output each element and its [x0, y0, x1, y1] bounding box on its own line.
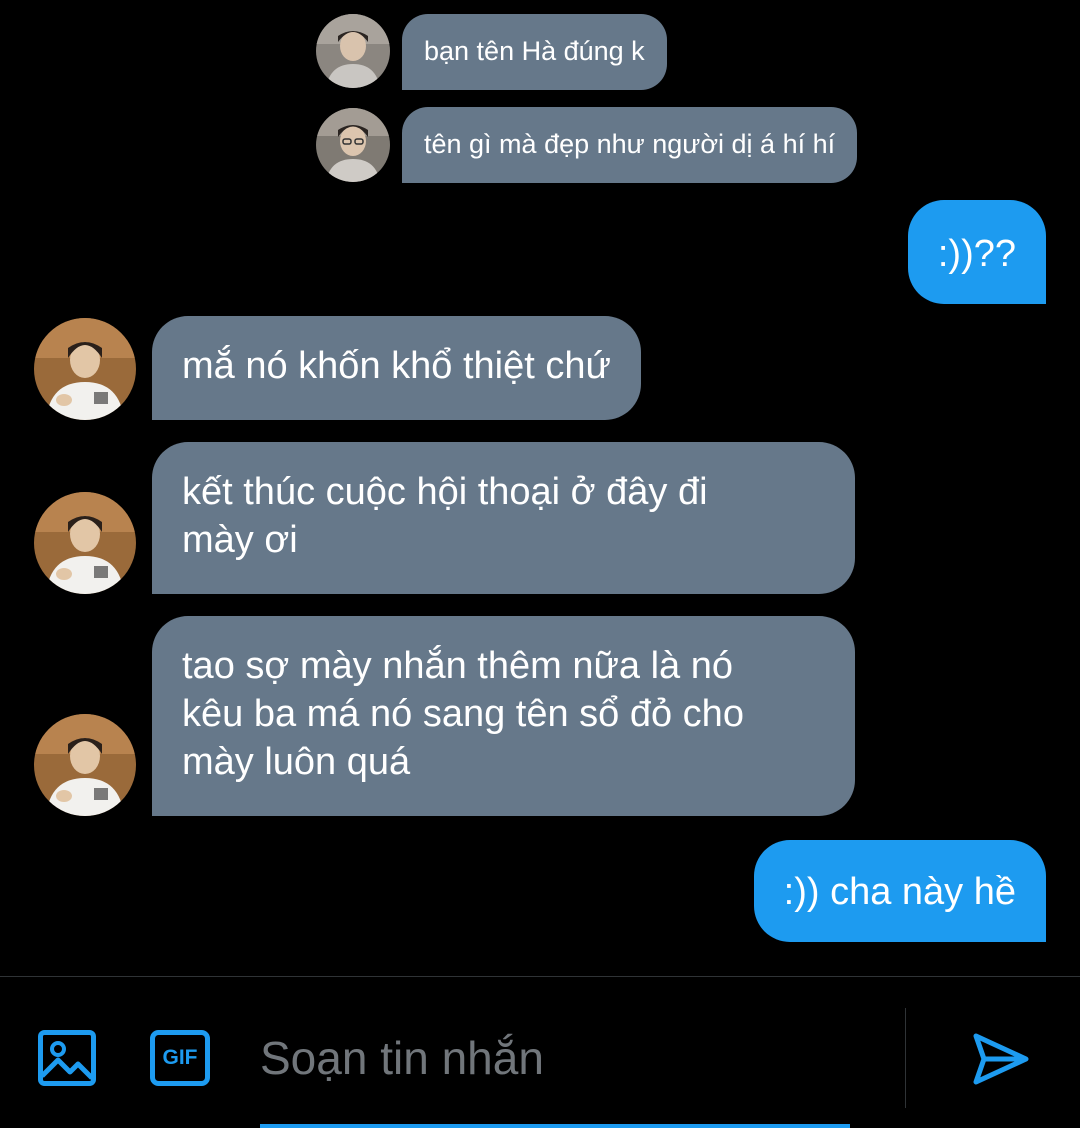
message-bubble-incoming[interactable]: mắ nó khốn khổ thiệt chứ	[152, 316, 641, 420]
gif-icon[interactable]: GIF	[150, 1030, 210, 1086]
gif-label: GIF	[162, 1046, 198, 1069]
avatar[interactable]	[316, 108, 390, 182]
message-text: mắ nó khốn khổ thiệt chứ	[182, 345, 611, 387]
message-input-placeholder: Soạn tin nhắn	[260, 1032, 544, 1084]
message-line: tao sợ mày nhắn thêm nữa là nó	[182, 645, 733, 687]
message-line: kêu ba má nó sang tên sổ đỏ cho	[182, 693, 744, 735]
composer-separator	[905, 1008, 906, 1108]
message-bubble-incoming[interactable]: tao sợ mày nhắn thêm nữa là nó kêu ba má…	[152, 616, 855, 816]
message-bubble-outgoing[interactable]: :)) cha này hề	[753, 840, 1046, 942]
composer-divider	[0, 976, 1080, 977]
message-text: :)) cha này hề	[783, 871, 1016, 913]
avatar[interactable]	[34, 492, 136, 594]
avatar[interactable]	[34, 318, 136, 420]
message-bubble-outgoing[interactable]: :))??	[907, 200, 1046, 304]
message-text: bạn tên Hà đúng k	[424, 36, 645, 66]
message-line: kết thúc cuộc hội thoại ở đây đi	[182, 471, 708, 513]
message-text: tên gì mà đẹp như người dị á hí hí	[424, 129, 836, 159]
message-bubble-incoming[interactable]: tên gì mà đẹp như người dị á hí hí	[402, 107, 858, 183]
send-icon[interactable]	[972, 1030, 1030, 1088]
image-icon[interactable]	[38, 1030, 96, 1086]
message-line: mày luôn quá	[182, 741, 411, 783]
message-line: mày ơi	[182, 519, 298, 561]
avatar[interactable]	[34, 714, 136, 816]
message-bubble-incoming[interactable]: kết thúc cuộc hội thoại ở đây đi mày ơi	[152, 442, 855, 594]
dm-conversation-screen: bạn tên Hà đúng k tên gì mà đẹp như ngườ…	[0, 0, 1080, 1128]
message-bubble-incoming[interactable]: bạn tên Hà đúng k	[402, 14, 667, 90]
avatar[interactable]	[316, 14, 390, 88]
message-text: :))??	[937, 233, 1016, 275]
